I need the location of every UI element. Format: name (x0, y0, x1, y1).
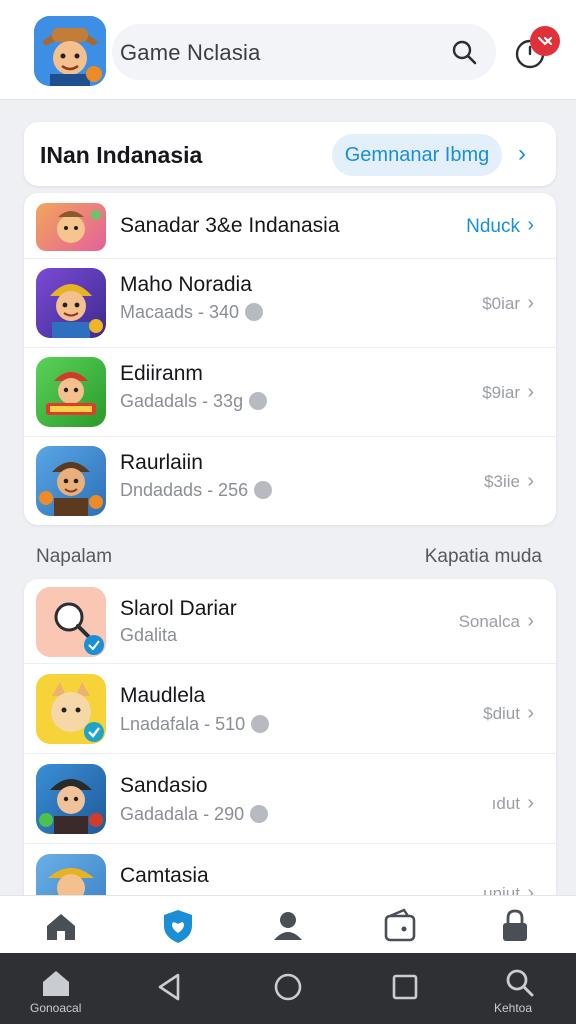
bottom-tab-bar (0, 895, 576, 953)
featured-list: Sanadar 3&e Indanasia Nduck › Maho Norad… (24, 193, 556, 525)
row-subtitle: Gdalita (120, 625, 178, 645)
home-circle-icon[interactable] (268, 967, 308, 1007)
list-item[interactable]: Ediiranm Gadadals - 33g $9iar › (24, 348, 556, 437)
game-icon-dark (36, 764, 106, 834)
shield-heart-icon[interactable] (158, 906, 198, 946)
game-icon-blue (36, 446, 106, 516)
row-title: Slarol Dariar (120, 597, 237, 620)
row-price: $9iar (482, 383, 520, 402)
section-list: Slarol Dariar Gdalita Sonalca › Maudlela… (24, 579, 556, 895)
chevron-right-icon[interactable]: › (527, 792, 534, 815)
search-icon[interactable] (502, 965, 538, 1001)
row-price: $0iar (482, 294, 520, 313)
row-subtitle: Dndadads - 256 (120, 480, 273, 501)
row-title: Ediiranm (120, 362, 203, 385)
row-price: $diut (483, 704, 520, 723)
profile-icon[interactable] (268, 906, 308, 946)
chevron-right-icon[interactable]: › (527, 292, 534, 315)
recents-icon[interactable] (385, 967, 425, 1007)
info-icon (250, 805, 269, 823)
row-subtitle: Lnadafala - 510 (120, 714, 270, 735)
game-icon-peach (36, 587, 106, 657)
row-title: Raurlaiin (120, 451, 203, 474)
game-icon-orange (36, 203, 106, 251)
featured-title: INan Indanasia (40, 142, 203, 168)
lock-icon[interactable] (495, 906, 535, 946)
row-price: ıdut (491, 794, 520, 813)
chevron-right-icon[interactable]: › (527, 610, 534, 633)
game-icon-gold (36, 854, 106, 895)
row-subtitle: Macaads - 340 (120, 302, 264, 323)
list-item[interactable]: Sanadar 3&e Indanasia Nduck › (24, 193, 556, 259)
row-title: Maho Noradia (120, 273, 252, 296)
chevron-right-icon[interactable]: › (527, 702, 534, 725)
row-title: Camtasia (120, 864, 209, 887)
back-icon[interactable] (150, 967, 190, 1007)
row-title: Maudlela (120, 684, 206, 707)
game-icon-green (36, 357, 106, 427)
game-icon-yellow (36, 674, 106, 744)
app-logo-icon[interactable] (34, 16, 106, 86)
list-item[interactable]: Sandasio Gadadala - 290 ıdut › (24, 754, 556, 844)
chevron-right-icon[interactable]: › (527, 882, 534, 895)
chevron-right-icon[interactable]: › (527, 381, 534, 404)
nav-label-right: Kehtoa (494, 1001, 533, 1015)
row-title: Sanadar 3&e Indanasia (120, 214, 340, 237)
info-icon (245, 303, 264, 321)
section-title: Napalam (36, 546, 113, 567)
search-input[interactable]: Game Nclasia (120, 40, 261, 66)
list-item[interactable]: Maudlela Lnadafala - 510 $diut › (24, 664, 556, 754)
featured-filter-pill[interactable]: Gemnanar Ibmg (332, 134, 502, 176)
search-bar[interactable]: Game Nclasia (112, 24, 496, 80)
list-item[interactable]: Slarol Dariar Gdalita Sonalca › (24, 579, 556, 664)
row-action-link[interactable]: Nduck (466, 216, 520, 238)
search-icon[interactable] (450, 38, 478, 66)
wallet-icon[interactable] (380, 906, 420, 946)
list-item[interactable]: Raurlaiin Dndadads - 256 $3iie › (24, 437, 556, 525)
row-title: Sandasio (120, 774, 208, 797)
notification-badge (530, 26, 560, 56)
section-see-more-link[interactable]: Kapatia muda (425, 546, 542, 568)
row-price: uniut (483, 884, 520, 895)
row-price: Sonalca (458, 612, 520, 631)
list-item[interactable]: Maho Noradia Macaads - 340 $0iar › (24, 259, 556, 348)
nav-label-left: Gonoacal (30, 1001, 82, 1015)
home-icon[interactable] (41, 906, 81, 946)
row-subtitle: Gadadals - 33g (120, 391, 268, 412)
app-header: Game Nclasia (0, 0, 576, 100)
home-icon[interactable] (38, 965, 74, 1001)
row-price: $3iie (484, 472, 520, 491)
info-icon (249, 392, 268, 410)
game-icon-purple (36, 268, 106, 338)
info-icon (251, 715, 270, 733)
info-icon (254, 481, 273, 499)
system-navigation-bar: Gonoacal Kehtoa (0, 953, 576, 1024)
row-subtitle: Gadadala - 290 (120, 804, 269, 825)
featured-next-chevron-icon[interactable]: › (518, 140, 526, 168)
featured-header: INan Indanasia Gemnanar Ibmg › (24, 122, 556, 186)
chevron-right-icon[interactable]: › (527, 470, 534, 493)
list-item[interactable]: Camtasia uniut › (24, 844, 556, 895)
chevron-right-icon[interactable]: › (527, 214, 534, 237)
